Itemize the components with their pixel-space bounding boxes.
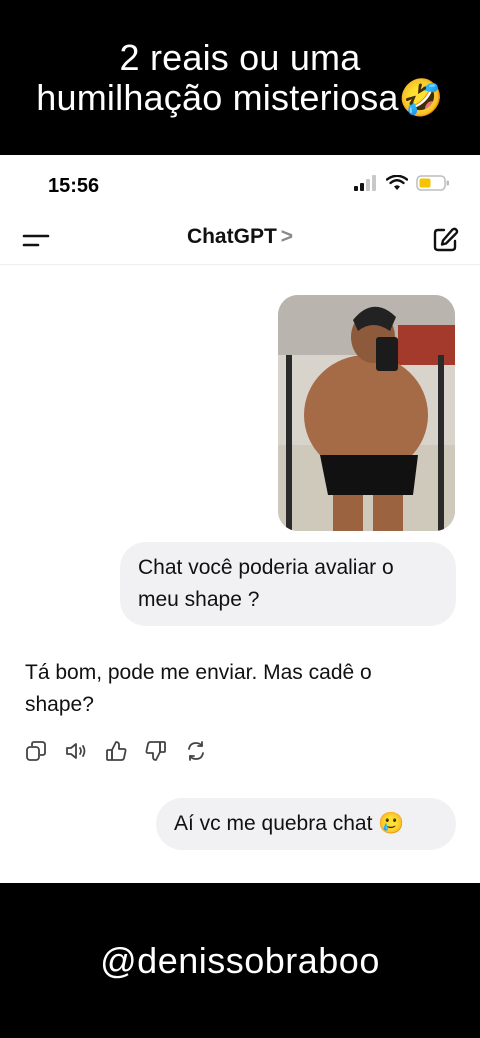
model-selector[interactable]: ChatGPT > [0, 225, 480, 249]
user-message-2: Aí vc me quebra chat 🥲 [156, 798, 456, 850]
user-photo[interactable] [278, 295, 455, 531]
message-actions [25, 740, 207, 762]
bottom-caption: @denissobraboo [0, 883, 480, 1038]
nav-title: ChatGPT [186, 225, 277, 248]
top-caption-line-1: 2 reais ou uma [119, 36, 361, 78]
chevron-right-icon: > [280, 225, 294, 248]
thumbs-down-icon[interactable] [145, 740, 167, 762]
status-time: 15:56 [48, 175, 100, 197]
chat-screen: 15:56 ChatGPT > Chat você poderia avalia… [0, 155, 480, 883]
read-aloud-icon[interactable] [65, 740, 87, 762]
signal-icon [354, 175, 376, 191]
status-icons [354, 175, 450, 191]
wifi-icon [386, 175, 408, 190]
user-message-1: Chat você poderia avaliar o meu shape ? [120, 542, 456, 626]
battery-icon [416, 175, 449, 191]
top-caption: 2 reais ou uma humilhação misteriosa🤣 [0, 0, 480, 155]
new-chat-edit-icon[interactable] [430, 225, 460, 255]
regenerate-icon[interactable] [185, 740, 207, 762]
status-bar: 15:56 [0, 155, 480, 215]
nav-bar: ChatGPT > [0, 215, 480, 265]
thumbs-up-icon[interactable] [105, 740, 127, 762]
top-caption-line-2: humilhação misteriosa🤣 [36, 76, 444, 118]
copy-icon[interactable] [25, 740, 47, 762]
assistant-message-1: Tá bom, pode me enviar. Mas cadê o shape… [25, 661, 372, 716]
